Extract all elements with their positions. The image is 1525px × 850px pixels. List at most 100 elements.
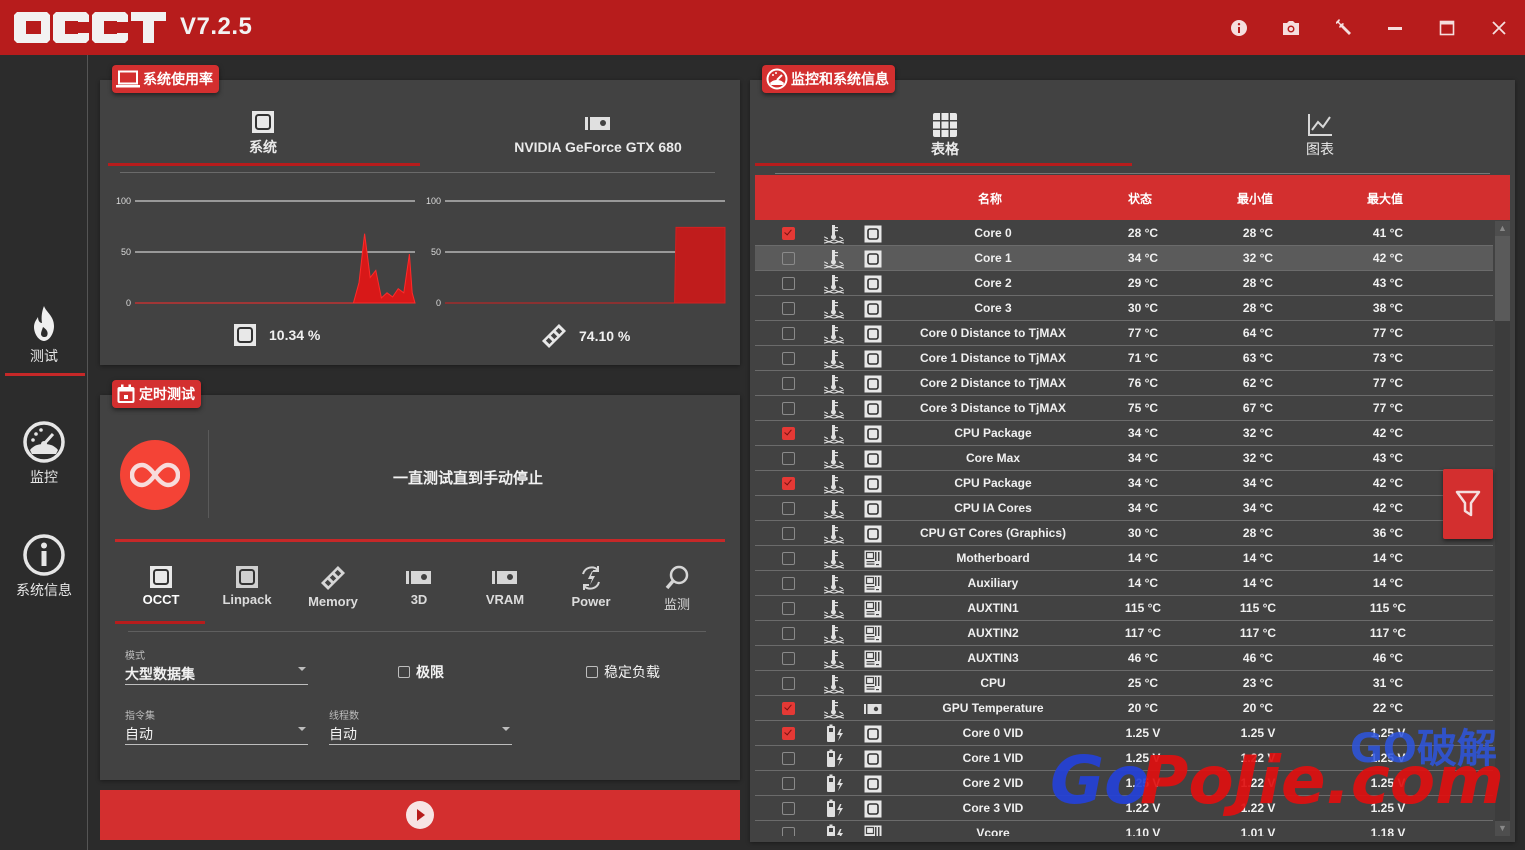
nav-item-system-info[interactable]: 系统信息 bbox=[0, 533, 88, 600]
row-checkbox[interactable] bbox=[782, 477, 795, 490]
nav-item-test[interactable]: 测试 bbox=[0, 305, 88, 366]
tab-gpu[interactable]: NVIDIA GeForce GTX 680 bbox=[478, 110, 718, 168]
row-checkbox[interactable] bbox=[782, 652, 795, 665]
stable-load-checkbox[interactable]: 稳定负载 bbox=[586, 662, 660, 682]
table-row[interactable]: Core 3 30 °C 28 °C 38 °C bbox=[755, 296, 1493, 321]
table-row[interactable]: CPU Package 34 °C 34 °C 42 °C bbox=[755, 471, 1493, 496]
row-checkbox[interactable] bbox=[782, 702, 795, 715]
tab-chart[interactable]: 图表 bbox=[1295, 113, 1345, 159]
row-checkbox[interactable] bbox=[782, 802, 795, 815]
settings-button[interactable] bbox=[1328, 13, 1358, 43]
monitoring-tag: 监控和系统信息 bbox=[762, 65, 895, 93]
sensor-name: Core 0 bbox=[974, 226, 1012, 240]
tab-monitoring[interactable]: 监测 bbox=[634, 565, 720, 613]
column-header-max[interactable]: 最大值 bbox=[1367, 190, 1403, 207]
row-checkbox[interactable] bbox=[782, 552, 795, 565]
row-checkbox[interactable] bbox=[782, 352, 795, 365]
sensor-name: Auxiliary bbox=[967, 576, 1019, 590]
tab-system[interactable]: 系统 bbox=[213, 110, 313, 168]
table-row[interactable]: Vcore 1.10 V 1.01 V 1.18 V bbox=[755, 821, 1493, 836]
sensor-min: 64 °C bbox=[1242, 326, 1274, 340]
table-row[interactable]: GPU Temperature 20 °C 20 °C 22 °C bbox=[755, 696, 1493, 721]
table-row[interactable]: Core 0 28 °C 28 °C 41 °C bbox=[755, 221, 1493, 246]
tab-table[interactable]: 表格 bbox=[920, 113, 970, 159]
sensor-source-icon bbox=[864, 650, 882, 673]
table-row[interactable]: CPU GT Cores (Graphics) 30 °C 28 °C 36 °C bbox=[755, 521, 1493, 546]
minimize-button[interactable] bbox=[1380, 13, 1410, 43]
table-row[interactable]: Core 1 Distance to TjMAX 71 °C 63 °C 73 °C bbox=[755, 346, 1493, 371]
mode-select[interactable]: 模式 大型数据集 bbox=[125, 647, 308, 685]
row-checkbox[interactable] bbox=[782, 527, 795, 540]
row-checkbox[interactable] bbox=[782, 327, 795, 340]
table-row[interactable]: AUXTIN1 115 °C 115 °C 115 °C bbox=[755, 596, 1493, 621]
tab-3d[interactable]: 3D bbox=[376, 565, 462, 607]
sensor-source-icon bbox=[864, 550, 882, 573]
row-checkbox[interactable] bbox=[782, 777, 795, 790]
info-button[interactable] bbox=[1224, 13, 1254, 43]
table-row[interactable]: Core 2 VID 1.25 V 1.22 V 1.25 V bbox=[755, 771, 1493, 796]
table-row[interactable]: CPU 25 °C 23 °C 31 °C bbox=[755, 671, 1493, 696]
table-row[interactable]: CPU Package 34 °C 32 °C 42 °C bbox=[755, 421, 1493, 446]
extreme-checkbox[interactable]: 极限 bbox=[398, 662, 444, 682]
tab-vram[interactable]: VRAM bbox=[462, 565, 548, 607]
sensor-min: 62 °C bbox=[1242, 376, 1274, 390]
row-checkbox[interactable] bbox=[782, 727, 795, 740]
infinite-mode-button[interactable] bbox=[120, 440, 190, 510]
scroll-down-arrow-icon[interactable]: ▼ bbox=[1495, 821, 1510, 836]
table-scrollbar[interactable]: ▲ ▼ bbox=[1495, 221, 1510, 836]
screenshot-button[interactable] bbox=[1276, 13, 1306, 43]
column-header-status[interactable]: 状态 bbox=[1128, 190, 1152, 207]
panel-title: 系统使用率 bbox=[143, 71, 213, 87]
sensor-value: 20 °C bbox=[1127, 701, 1159, 715]
table-row[interactable]: Core 3 Distance to TjMAX 75 °C 67 °C 77 °C bbox=[755, 396, 1493, 421]
row-checkbox[interactable] bbox=[782, 402, 795, 415]
column-header-min[interactable]: 最小值 bbox=[1237, 190, 1273, 207]
column-header-name[interactable]: 名称 bbox=[978, 190, 1002, 207]
tab-memory[interactable]: Memory bbox=[290, 565, 376, 609]
scroll-up-arrow-icon[interactable]: ▲ bbox=[1495, 221, 1510, 236]
scroll-thumb[interactable] bbox=[1495, 236, 1510, 321]
table-row[interactable]: AUXTIN3 46 °C 46 °C 46 °C bbox=[755, 646, 1493, 671]
row-checkbox[interactable] bbox=[782, 502, 795, 515]
cpu-icon bbox=[864, 800, 882, 818]
tab-linpack[interactable]: Linpack bbox=[204, 565, 290, 607]
table-row[interactable]: Motherboard 14 °C 14 °C 14 °C bbox=[755, 546, 1493, 571]
threads-label: 线程数 bbox=[329, 711, 359, 722]
sensor-min: 28 °C bbox=[1242, 226, 1274, 240]
gauge-icon bbox=[23, 421, 65, 463]
row-checkbox[interactable] bbox=[782, 227, 795, 240]
table-row[interactable]: Core 3 VID 1.22 V 1.22 V 1.25 V bbox=[755, 796, 1493, 821]
close-button[interactable] bbox=[1484, 13, 1514, 43]
row-checkbox[interactable] bbox=[782, 277, 795, 290]
tab-power[interactable]: Power bbox=[548, 565, 634, 609]
table-row[interactable]: Core 2 29 °C 28 °C 43 °C bbox=[755, 271, 1493, 296]
chevron-down-icon bbox=[298, 667, 306, 671]
table-row[interactable]: AUXTIN2 117 °C 117 °C 117 °C bbox=[755, 621, 1493, 646]
row-checkbox[interactable] bbox=[782, 252, 795, 265]
threads-select[interactable]: 线程数 自动 bbox=[329, 707, 512, 745]
table-row[interactable]: Core 1 34 °C 32 °C 42 °C bbox=[755, 246, 1493, 271]
row-checkbox[interactable] bbox=[782, 677, 795, 690]
row-checkbox[interactable] bbox=[782, 827, 795, 836]
row-checkbox[interactable] bbox=[782, 602, 795, 615]
row-checkbox[interactable] bbox=[782, 427, 795, 440]
table-row[interactable]: Core 0 Distance to TjMAX 77 °C 64 °C 77 °C bbox=[755, 321, 1493, 346]
start-test-button[interactable] bbox=[100, 790, 740, 840]
row-checkbox[interactable] bbox=[782, 752, 795, 765]
row-checkbox[interactable] bbox=[782, 302, 795, 315]
filter-button[interactable] bbox=[1443, 469, 1493, 539]
maximize-button[interactable] bbox=[1432, 13, 1462, 43]
nav-item-monitor[interactable]: 监控 bbox=[0, 420, 88, 487]
row-checkbox[interactable] bbox=[782, 577, 795, 590]
table-row[interactable]: Core 2 Distance to TjMAX 76 °C 62 °C 77 °C bbox=[755, 371, 1493, 396]
row-checkbox[interactable] bbox=[782, 627, 795, 640]
table-row[interactable]: Core Max 34 °C 32 °C 43 °C bbox=[755, 446, 1493, 471]
table-row[interactable]: Core 0 VID 1.25 V 1.25 V 1.25 V bbox=[755, 721, 1493, 746]
table-row[interactable]: Auxiliary 14 °C 14 °C 14 °C bbox=[755, 571, 1493, 596]
table-row[interactable]: Core 1 VID 1.25 V 1.22 V 1.25 V bbox=[755, 746, 1493, 771]
row-checkbox[interactable] bbox=[782, 452, 795, 465]
table-row[interactable]: CPU IA Cores 34 °C 34 °C 42 °C bbox=[755, 496, 1493, 521]
instruction-set-select[interactable]: 指令集 自动 bbox=[125, 707, 308, 745]
row-checkbox[interactable] bbox=[782, 377, 795, 390]
tab-occt[interactable]: OCCT bbox=[118, 565, 204, 607]
